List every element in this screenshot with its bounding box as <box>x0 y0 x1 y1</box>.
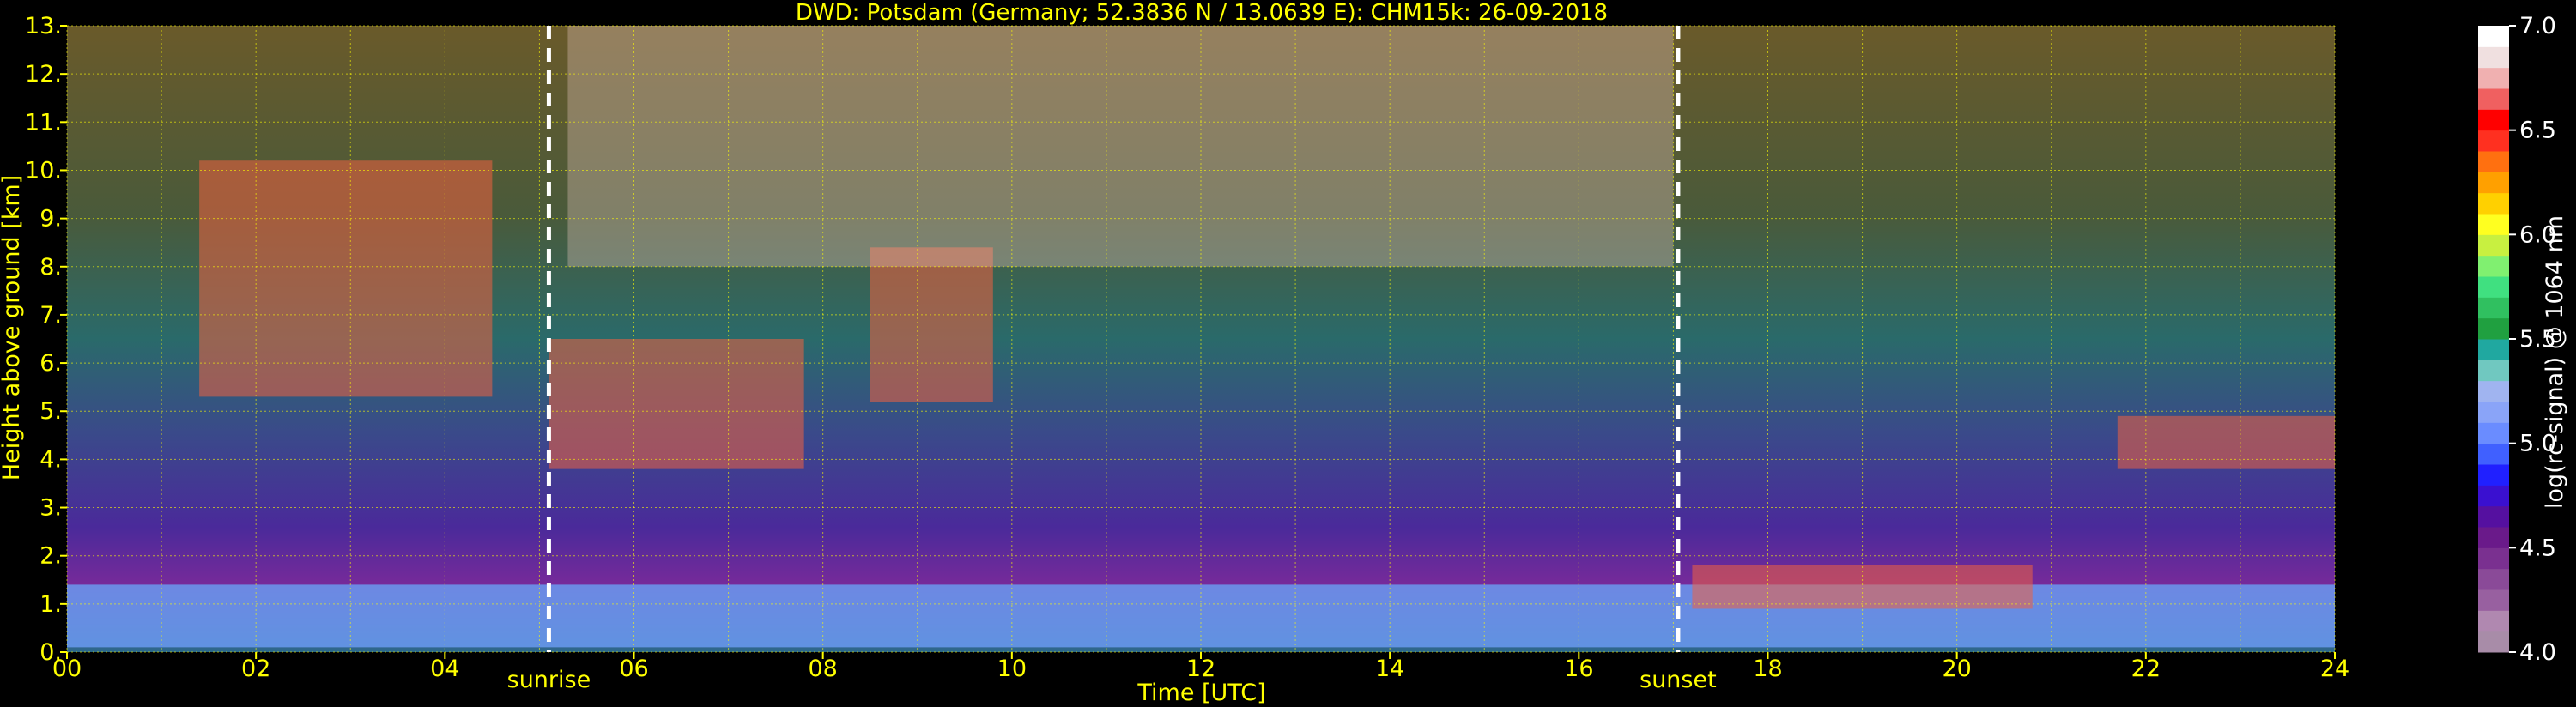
colorbar-swatch <box>2478 234 2509 257</box>
colorbar-swatch <box>2478 422 2509 444</box>
colorbar-swatch <box>2478 402 2509 423</box>
heatmap-feature-cloud-layer <box>2117 415 2335 469</box>
y-tick-label: 4. <box>39 446 62 473</box>
colorbar-swatch <box>2478 464 2509 486</box>
colorbar-swatch <box>2478 46 2509 69</box>
colorbar-swatch <box>2478 88 2509 110</box>
colorbar-swatch <box>2478 26 2509 47</box>
y-tick-label: 1. <box>39 591 62 618</box>
colorbar-tick-label: 4.5 <box>2519 535 2556 561</box>
y-tick-label: 0. <box>39 639 62 666</box>
y-tick-label: 5. <box>39 398 62 425</box>
y-tick-label: 12. <box>25 61 62 88</box>
y-tick-label: 6. <box>39 350 62 377</box>
x-tick-label: 12 <box>1186 656 1215 682</box>
colorbar-swatch <box>2478 589 2509 611</box>
y-axis: 0. 1. 2. 3. 4. 5. 6. 7. 8. 9. 10. 11. 12. 13. <box>25 13 67 666</box>
x-tick-label: 18 <box>1753 656 1782 682</box>
colorbar-swatch <box>2478 547 2509 570</box>
x-axis-label: Time [UTC] <box>1136 680 1265 706</box>
colorbar-swatch <box>2478 568 2509 590</box>
colorbar-swatch <box>2478 297 2509 319</box>
ceilometer-chart: DWD: Potsdam (Germany; 52.3836 N / 13.06… <box>0 0 2568 706</box>
x-tick-label: 14 <box>1375 656 1404 682</box>
colorbar-swatch <box>2478 130 2509 152</box>
colorbar-tick-label: 7.0 <box>2519 13 2556 39</box>
heatmap-feature-cloud-layer <box>199 160 493 397</box>
colorbar-swatch <box>2478 276 2509 298</box>
y-tick-label: 8. <box>39 254 62 281</box>
x-tick-label: 24 <box>2320 656 2349 682</box>
x-axis: 00 02 04 06 08 10 12 14 16 18 20 22 24 <box>52 652 2349 682</box>
y-tick-label: 2. <box>39 543 62 570</box>
x-tick-label: 10 <box>997 656 1027 682</box>
x-tick-label: 02 <box>241 656 270 682</box>
colorbar-swatch <box>2478 485 2509 507</box>
x-tick-label: 22 <box>2131 656 2161 682</box>
chart-title: DWD: Potsdam (Germany; 52.3836 N / 13.06… <box>796 0 1608 26</box>
heatmap-feature-cloud-layer <box>870 247 993 402</box>
colorbar-swatch <box>2478 151 2509 172</box>
colorbar-swatch <box>2478 67 2509 89</box>
colorbar-swatch <box>2478 505 2509 528</box>
y-tick-label: 13. <box>25 13 62 39</box>
colorbar-swatch <box>2478 214 2509 235</box>
y-tick-label: 11. <box>25 109 62 136</box>
colorbar-swatch <box>2478 380 2509 402</box>
x-tick-label: 06 <box>619 656 648 682</box>
colorbar-tick-label: 6.5 <box>2519 118 2556 144</box>
colorbar-swatch <box>2478 172 2509 194</box>
x-tick-label: 04 <box>430 656 459 682</box>
colorbar-swatch <box>2478 527 2509 548</box>
colorbar-swatch <box>2478 360 2509 382</box>
colorbar-swatch <box>2478 443 2509 465</box>
colorbar-label: log(rc-signal) @ 1064 nm <box>2542 215 2568 509</box>
colorbar-swatch <box>2478 631 2509 653</box>
marker-label-sunset: sunset <box>1640 667 1717 693</box>
marker-label-sunrise: sunrise <box>507 667 591 693</box>
heatmap-feature-cloud-layer <box>549 339 804 469</box>
y-axis-label: Height above ground [km] <box>0 175 25 480</box>
x-tick-label: 08 <box>808 656 837 682</box>
colorbar-swatch <box>2478 339 2509 360</box>
colorbar-swatch <box>2478 109 2509 131</box>
colorbar-swatch <box>2478 317 2509 340</box>
y-tick-label: 10. <box>25 157 62 184</box>
x-tick-label: 20 <box>1942 656 1971 682</box>
y-tick-label: 9. <box>39 206 62 233</box>
x-tick-label: 16 <box>1564 656 1593 682</box>
colorbar-tick-label: 4.0 <box>2519 639 2556 666</box>
colorbar-swatch <box>2478 192 2509 215</box>
colorbar-swatch <box>2478 610 2509 632</box>
heatmap-feature-cirrus <box>567 26 1674 267</box>
y-tick-label: 7. <box>39 302 62 329</box>
colorbar-swatch <box>2478 255 2509 277</box>
y-tick-label: 3. <box>39 495 62 522</box>
